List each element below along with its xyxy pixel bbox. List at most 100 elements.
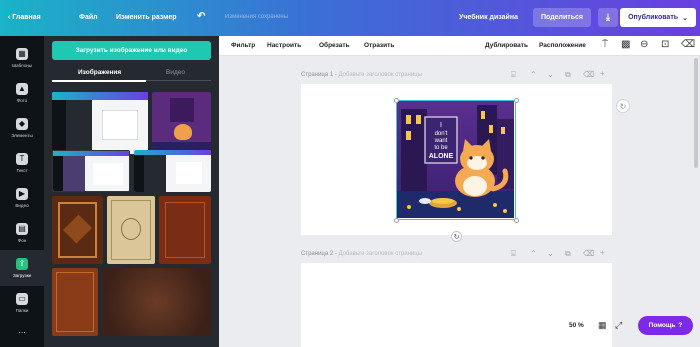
resize-handle[interactable] [393,97,399,103]
save-status: Изменения сохранены [225,14,289,20]
rail-item-label: Видео [15,203,29,208]
rail-item-elements[interactable]: ◆ Элементы [0,110,44,146]
paint-roller-icon[interactable]: ⍑ [602,39,608,50]
page-2-number: Страница 2 [301,251,334,257]
rail-item-label: Шаблоны [12,63,32,68]
delete-page-icon[interactable]: ⌫ [583,70,594,79]
rail-item-label: Папки [15,308,29,313]
image-toolbar: Фильтр Настроить Обрезать Отразить Дубли… [219,36,700,56]
grid-view-icon[interactable]: ▦ [598,320,607,331]
page-2-title-input[interactable]: Добавьте заголовок страницы [339,251,422,257]
background-icon: ▤ [16,223,28,235]
position-button[interactable]: Расположение [539,42,586,49]
upload-thumbnail[interactable] [52,92,148,154]
rotate-icon[interactable]: ↻ [451,231,462,242]
zoom-level[interactable]: 50 % [569,322,584,329]
upload-thumbnail[interactable] [159,196,211,264]
move-down-icon[interactable]: ⌄ [547,70,554,79]
filter-button[interactable]: Фильтр [231,42,255,49]
refresh-icon[interactable]: ↻ [616,99,630,113]
crop-button[interactable]: Обрезать [319,42,350,49]
file-menu[interactable]: Файл [79,14,98,21]
uploads-panel: Загрузить изображение или видео Изображе… [44,36,219,347]
rail-item-templates[interactable]: ▦ Шаблоны [0,40,44,76]
page-1-title-input[interactable]: Добавьте заголовок страницы [339,72,422,78]
transparency-icon[interactable]: ▩ [621,39,630,50]
upload-media-button[interactable]: Загрузить изображение или видео [52,41,211,60]
upload-thumbnail[interactable] [52,150,130,192]
folders-icon: ▭ [16,293,28,305]
svg-text:to be: to be [434,145,448,151]
page-2[interactable] [301,263,612,347]
share-label: Поделиться [540,14,583,21]
selected-image[interactable]: I don't want to be ALONE [393,97,519,223]
add-page-icon[interactable]: + [600,69,605,78]
home-link[interactable]: ‹ Главная [8,14,41,21]
delete-page-icon[interactable]: ⌫ [583,249,594,258]
comment-icon[interactable]: ⌸ [511,70,516,80]
upload-thumbnail[interactable] [152,92,211,154]
resize-handle[interactable] [513,97,519,103]
tab-images[interactable]: Изображения [78,69,121,76]
link-icon[interactable]: ⊖ [640,39,648,50]
rail-item-label: Элементы [11,133,33,138]
resize-menu[interactable]: Изменить размер [116,14,177,21]
move-up-icon[interactable]: ⌃ [530,249,537,258]
upload-thumbnail[interactable] [134,150,211,192]
rail-item-background[interactable]: ▤ Фон [0,215,44,251]
download-icon[interactable]: ⤓ [598,8,618,27]
share-button[interactable]: Поделиться [533,8,591,27]
lock-icon[interactable]: ⊡ [661,39,669,50]
upload-thumbnail[interactable] [107,196,155,264]
upload-thumbnail[interactable] [52,196,103,264]
more-icon[interactable]: ... [0,325,44,335]
add-page-icon[interactable]: + [600,248,605,257]
resize-handle[interactable] [513,217,519,223]
undo-icon[interactable]: ↶ [197,11,205,22]
move-up-icon[interactable]: ⌃ [530,70,537,79]
canvas-scrollbar[interactable] [694,58,698,168]
cat-illustration: I don't want to be ALONE [397,101,514,218]
upload-thumbnail[interactable] [102,268,211,336]
move-down-icon[interactable]: ⌄ [547,249,554,258]
top-bar: ‹ Главная Файл Изменить размер ↶ Изменен… [0,0,700,36]
templates-icon: ▦ [16,48,28,60]
adjust-button[interactable]: Настроить [267,42,301,49]
duplicate-page-icon[interactable]: ⧉ [565,249,571,259]
rail-item-label: Фото [16,98,28,103]
rail-item-folders[interactable]: ▭ Папки [0,285,44,321]
upload-thumbnail[interactable] [52,268,98,336]
duplicate-button[interactable]: Дублировать [485,42,528,49]
text-icon: T [16,153,28,165]
design-tutorial-link[interactable]: Учебник дизайна [459,14,518,21]
elements-icon: ◆ [16,118,28,130]
rail-item-photos[interactable]: ▲ Фото [0,75,44,111]
tab-divider [146,80,211,81]
tab-video[interactable]: Видео [166,69,185,76]
rail-item-video[interactable]: ▶ Видео [0,180,44,216]
trash-icon[interactable]: ⌫ [681,39,695,50]
svg-text:don't: don't [435,131,448,137]
fullscreen-icon[interactable]: ⤢ [615,320,622,331]
flip-button[interactable]: Отразить [364,42,394,49]
rail-item-label: Загрузки [12,273,32,278]
publish-label: Опубликовать [628,14,679,21]
publish-button[interactable]: Опубликовать ⌄ [620,8,696,27]
duplicate-page-icon[interactable]: ⧉ [565,70,571,80]
help-button[interactable]: Помощь ? [638,316,693,335]
video-icon: ▶ [16,188,28,200]
svg-text:ALONE: ALONE [429,153,454,160]
help-label: Помощь [648,322,676,329]
svg-text:I: I [440,122,442,129]
resize-handle[interactable] [393,217,399,223]
rail-item-text[interactable]: T Текст [0,145,44,181]
page-1-number: Страница 1 [301,72,334,78]
rail-item-uploads[interactable]: ⇧ Загрузки [0,250,44,286]
rail-item-label: Фон [17,238,27,243]
comment-icon[interactable]: ⌸ [511,249,516,259]
svg-text:want: want [434,138,448,144]
photos-icon: ▲ [16,83,28,95]
help-icon: ? [678,322,683,329]
rail-item-label: Текст [16,168,28,173]
page-2-header: Страница 2 - Добавьте заголовок страницы [301,251,423,257]
